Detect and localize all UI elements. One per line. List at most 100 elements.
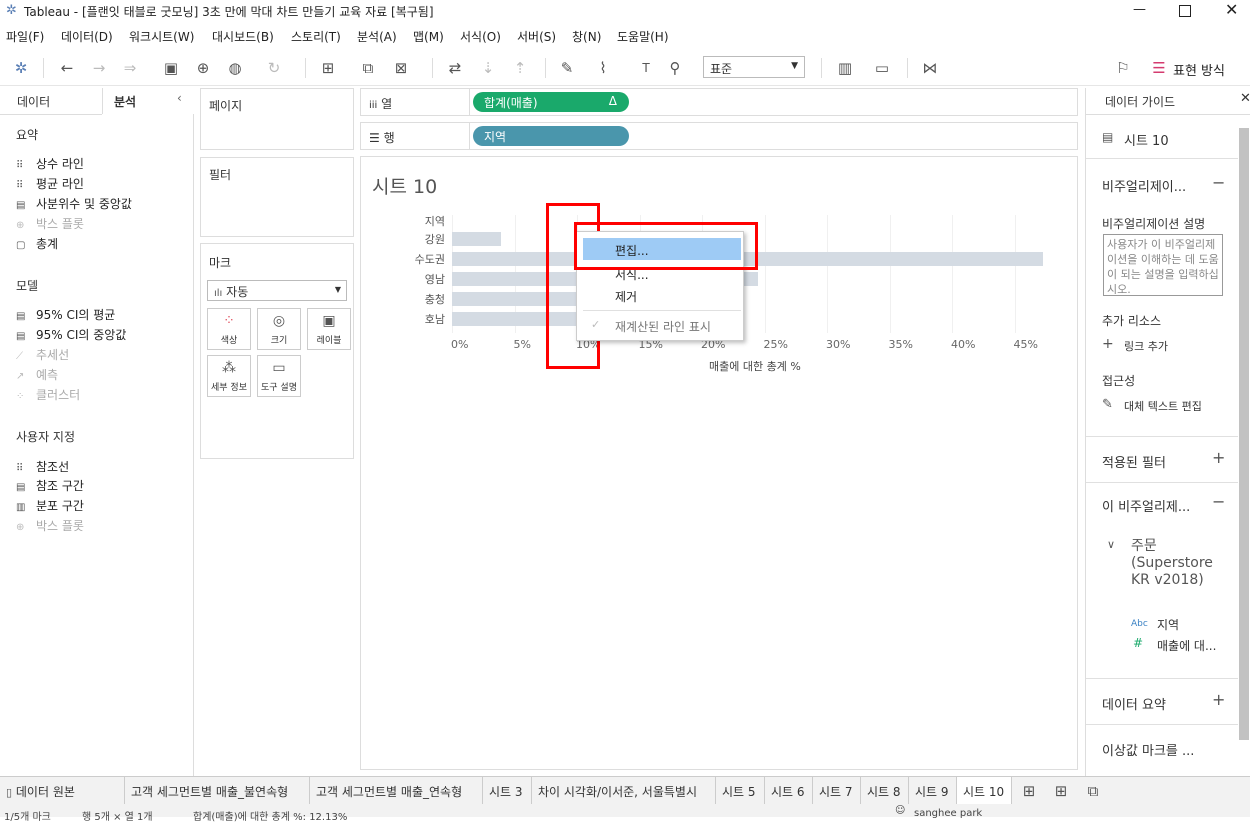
new-sheet-icon[interactable]: ⊞	[1019, 781, 1039, 801]
tab-sheet-10[interactable]: 시트 10	[957, 777, 1012, 804]
refresh-icon[interactable]: ↻	[264, 58, 284, 78]
presentation-icon[interactable]: ▭	[872, 58, 892, 78]
filters-card[interactable]: 필터	[200, 157, 354, 237]
this-viz-title[interactable]: 이 비주얼리제...	[1102, 496, 1190, 515]
show-me-icon[interactable]: ☰	[1149, 58, 1169, 78]
group-icon[interactable]: ⌇	[593, 58, 613, 78]
new-datasource-icon[interactable]: ⊕	[193, 58, 213, 78]
sum-sales-pill[interactable]: 합계(매출) Δ	[473, 92, 629, 112]
menu-file[interactable]: 파일(F)	[6, 28, 44, 45]
menu-analysis[interactable]: 분석(A)	[357, 28, 397, 45]
reference-band[interactable]: ▤ 참조 구간	[16, 477, 84, 494]
add-link-button[interactable]: 링크 추가	[1124, 338, 1168, 354]
duplicate-icon[interactable]: ⧉	[358, 58, 378, 78]
outliers-title[interactable]: 이상값 마크를 ...	[1102, 740, 1194, 759]
reference-line[interactable]: ⠿ 참조선	[16, 458, 69, 475]
menu-map[interactable]: 맵(M)	[413, 28, 444, 45]
tab-data[interactable]: 데이터	[17, 93, 50, 110]
close-icon[interactable]: ✕	[1225, 0, 1238, 19]
share-icon[interactable]: ⋈	[920, 58, 940, 78]
sort-asc-icon[interactable]: ⇣	[478, 58, 498, 78]
menu-worksheet[interactable]: 워크시트(W)	[129, 28, 194, 45]
constant-line[interactable]: ⠿ 상수 라인	[16, 155, 84, 172]
minimize-icon[interactable]: —	[1133, 2, 1146, 17]
average-line[interactable]: ⠿ 평균 라인	[16, 175, 84, 192]
new-story-icon[interactable]: ⧉	[1083, 781, 1103, 801]
field-region[interactable]: 지역	[1157, 616, 1179, 633]
viz-description-field[interactable]: 사용자가 이 비주얼리제이션을 이해하는 데 도움이 되는 설명을 입력하십시오…	[1103, 234, 1223, 296]
tab-sheet-4[interactable]: 차이 시각화/이서준, 서울특별시	[532, 777, 716, 804]
maximize-icon[interactable]	[1179, 5, 1191, 17]
status-marks: 1/5개 마크	[4, 812, 51, 823]
fit-dropdown[interactable]: 표준 ▼	[703, 56, 805, 78]
menu-format[interactable]: 서식(O)	[460, 28, 501, 45]
pages-card[interactable]: 페이지	[200, 88, 354, 150]
labels-icon[interactable]: T	[636, 58, 656, 78]
bar[interactable]	[452, 232, 501, 246]
expand-icon[interactable]: +	[1212, 448, 1225, 467]
ci-median[interactable]: ▤ 95% CI의 중앙값	[16, 326, 126, 343]
pause-update-icon[interactable]: ◍	[225, 58, 245, 78]
clear-sheet-icon[interactable]: ⊠	[391, 58, 411, 78]
show-cards-icon[interactable]: ▥	[835, 58, 855, 78]
new-worksheet-icon[interactable]: ⊞	[318, 58, 338, 78]
menu-dashboard[interactable]: 대시보드(B)	[212, 28, 274, 45]
sort-desc-icon[interactable]: ⇡	[510, 58, 530, 78]
applied-filters-title[interactable]: 적용된 필터	[1102, 452, 1166, 471]
format-paint-icon[interactable]: ⚐	[1113, 58, 1133, 78]
field-sales-total[interactable]: 매출에 대...	[1157, 637, 1216, 654]
collapse-icon[interactable]: −	[1212, 492, 1225, 511]
viz-section-title[interactable]: 비주얼리제이...	[1102, 176, 1186, 195]
color-button[interactable]: ⁘ 색상	[207, 308, 251, 350]
mark-type-dropdown[interactable]: ılı 자동 ▼	[207, 280, 347, 301]
totals[interactable]: ▢ 총계	[16, 235, 58, 252]
tab-sheet-9[interactable]: 시트 9	[909, 777, 957, 804]
expand-icon[interactable]: +	[1212, 690, 1225, 709]
region-pill[interactable]: 지역	[473, 126, 629, 146]
data-summary-title[interactable]: 데이터 요약	[1102, 694, 1166, 713]
collapse-icon[interactable]: ‹	[177, 91, 182, 105]
rows-shelf[interactable]: ☰ 행 지역	[360, 122, 1078, 150]
tab-sheet-5[interactable]: 시트 5	[716, 777, 765, 804]
tab-datasource[interactable]: ▯ 데이터 원본	[0, 777, 125, 804]
size-button[interactable]: ◎ 크기	[257, 308, 301, 350]
collapse-icon[interactable]: −	[1212, 173, 1225, 192]
menu-window[interactable]: 창(N)	[572, 28, 601, 45]
detail-button[interactable]: ⁂ 세부 정보	[207, 355, 251, 397]
menu-item-remove[interactable]: 제거	[615, 288, 637, 305]
menu-data[interactable]: 데이터(D)	[61, 28, 113, 45]
median-quartiles[interactable]: ▤ 사분위수 및 중앙값	[16, 195, 132, 212]
tab-analysis[interactable]: 분석	[114, 93, 136, 110]
undo-icon[interactable]: ←	[57, 58, 77, 78]
tab-sheet-7[interactable]: 시트 7	[813, 777, 861, 804]
menu-item-recalc[interactable]: 재계산된 라인 표시	[615, 318, 711, 335]
highlight-icon[interactable]: ✎	[557, 58, 577, 78]
close-pane-icon[interactable]: ✕	[1240, 91, 1250, 106]
redo-icon[interactable]: →	[89, 58, 109, 78]
replay-icon[interactable]: ⇒	[120, 58, 140, 78]
menu-story[interactable]: 스토리(T)	[291, 28, 341, 45]
distribution-band[interactable]: ▥ 분포 구간	[16, 497, 84, 514]
save-icon[interactable]: ▣	[161, 58, 181, 78]
show-me-label[interactable]: 표현 방식	[1173, 60, 1225, 79]
tooltip-button[interactable]: ▭ 도구 설명	[257, 355, 301, 397]
new-dashboard-icon[interactable]: ⊞	[1051, 781, 1071, 801]
label-button[interactable]: ▣ 레이블	[307, 308, 351, 350]
tableau-icon[interactable]: ✲	[11, 58, 31, 78]
tab-sheet-1[interactable]: 고객 세그먼트별 매출_불연속형	[125, 777, 310, 804]
tab-sheet-3[interactable]: 시트 3	[483, 777, 532, 804]
tab-sheet-2[interactable]: 고객 세그먼트별 매출_연속형	[310, 777, 483, 804]
columns-shelf[interactable]: iii 열 합계(매출) Δ	[360, 88, 1078, 116]
swap-icon[interactable]: ⇄	[445, 58, 465, 78]
status-bar: 1/5개 마크 행 5개 × 열 1개 합계(매출)에 대한 총계 %: 12.…	[0, 804, 1250, 823]
pin-icon[interactable]: ⚲	[665, 58, 685, 78]
chevron-down-icon[interactable]: ∨	[1107, 538, 1115, 551]
tab-sheet-6[interactable]: 시트 6	[765, 777, 813, 804]
status-dimensions: 행 5개 × 열 1개	[82, 812, 153, 823]
tab-sheet-8[interactable]: 시트 8	[861, 777, 909, 804]
ci-average[interactable]: ▤ 95% CI의 평균	[16, 306, 115, 323]
menu-server[interactable]: 서버(S)	[517, 28, 556, 45]
menu-help[interactable]: 도움말(H)	[617, 28, 669, 45]
alt-text-button[interactable]: 대체 텍스트 편집	[1124, 398, 1202, 414]
scrollbar[interactable]	[1239, 128, 1249, 740]
